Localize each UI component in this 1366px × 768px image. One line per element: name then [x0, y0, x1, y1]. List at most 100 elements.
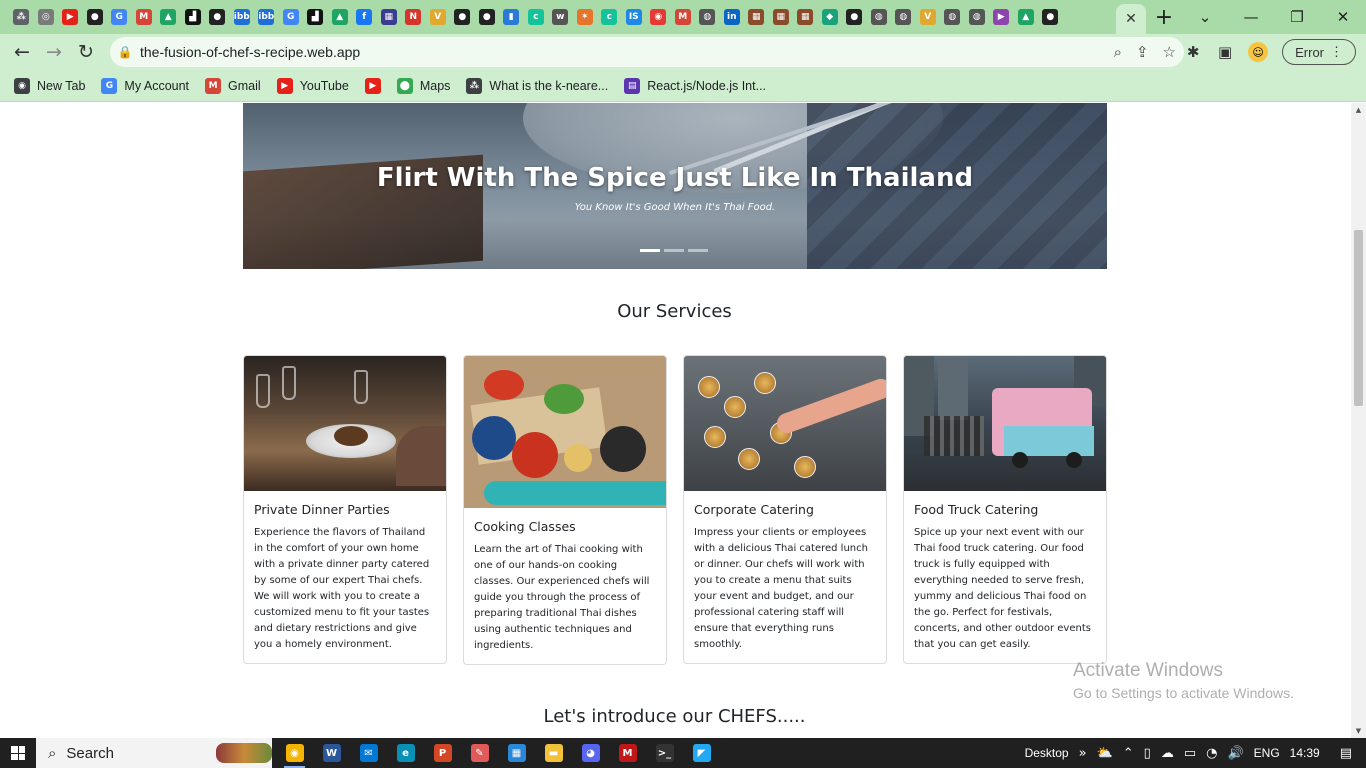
pinned-tab[interactable]: G: [107, 0, 132, 34]
scroll-down-arrow-icon[interactable]: ▼: [1351, 724, 1366, 738]
wifi-icon[interactable]: ◔: [1206, 746, 1217, 761]
pinned-tab[interactable]: in: [720, 0, 745, 34]
taskbar-app[interactable]: e: [387, 738, 424, 768]
address-bar[interactable]: 🔒 the-fusion-of-chef-s-recipe.web.app ⌕ …: [110, 37, 1184, 67]
bookmark-item[interactable]: ▶: [364, 77, 381, 94]
chevron-right-icon[interactable]: »: [1079, 746, 1087, 761]
pinned-tab[interactable]: ▮: [499, 0, 524, 34]
taskbar-app[interactable]: ◕: [572, 738, 609, 768]
url-text[interactable]: the-fusion-of-chef-s-recipe.web.app: [140, 44, 360, 60]
volume-icon[interactable]: 🔊: [1227, 746, 1243, 761]
language-indicator[interactable]: ENG: [1254, 746, 1280, 760]
pinned-tab[interactable]: ▦: [377, 0, 402, 34]
pinned-tab[interactable]: ▲: [156, 0, 181, 34]
cloud-icon[interactable]: ☁: [1161, 746, 1174, 761]
taskbar-app[interactable]: ◤: [683, 738, 720, 768]
pinned-tab[interactable]: M: [671, 0, 696, 34]
scroll-up-arrow-icon[interactable]: ▲: [1351, 103, 1366, 117]
taskbar-app[interactable]: ✎: [461, 738, 498, 768]
carousel-indicator-1[interactable]: [640, 249, 660, 252]
bookmark-item[interactable]: ⬤ Maps: [396, 77, 450, 94]
bookmark-item[interactable]: ▶ YouTube: [276, 77, 349, 94]
new-tab-button[interactable]: +: [1146, 0, 1182, 34]
pinned-tab[interactable]: ●: [450, 0, 475, 34]
taskbar-app[interactable]: W: [313, 738, 350, 768]
pinned-tab[interactable]: ●: [1038, 0, 1063, 34]
pinned-tab[interactable]: ▟: [181, 0, 206, 34]
page-scrollbar[interactable]: ▲ ▼: [1351, 103, 1366, 738]
taskbar-app[interactable]: ✉: [350, 738, 387, 768]
pinned-tab[interactable]: G: [279, 0, 304, 34]
pinned-tab[interactable]: ✶: [573, 0, 598, 34]
pinned-tab[interactable]: V: [426, 0, 451, 34]
pinned-tab[interactable]: ◍: [965, 0, 990, 34]
pinned-tab[interactable]: ◍: [891, 0, 916, 34]
carousel-indicator-2[interactable]: [664, 249, 684, 252]
lock-icon[interactable]: 🔒: [110, 45, 140, 59]
pinned-tab[interactable]: ◉: [646, 0, 671, 34]
weather-icon[interactable]: ⛅: [1097, 746, 1113, 761]
back-button[interactable]: ←: [6, 36, 38, 68]
active-tab-close-icon[interactable]: ✕: [1116, 4, 1146, 34]
pinned-tab[interactable]: ◆: [818, 0, 843, 34]
close-window-button[interactable]: ✕: [1320, 8, 1366, 26]
bookmark-item[interactable]: ⁂ What is the k-neare...: [466, 77, 608, 94]
desktop-label[interactable]: Desktop: [1025, 746, 1069, 760]
pinned-tab[interactable]: N: [401, 0, 426, 34]
minimize-button[interactable]: —: [1228, 8, 1274, 26]
scroll-thumb[interactable]: [1354, 230, 1363, 406]
pinned-tab[interactable]: ●: [83, 0, 108, 34]
taskbar-app[interactable]: ▬: [535, 738, 572, 768]
pinned-tab[interactable]: c: [524, 0, 549, 34]
pinned-tab[interactable]: ▲: [328, 0, 353, 34]
bookmark-item[interactable]: M Gmail: [205, 77, 261, 94]
bookmark-star-icon[interactable]: ☆: [1163, 43, 1176, 61]
taskbar-search[interactable]: ⌕ Search: [36, 738, 272, 768]
pinned-tab[interactable]: V: [916, 0, 941, 34]
carousel-indicator-3[interactable]: [688, 249, 708, 252]
pinned-tab[interactable]: ●: [842, 0, 867, 34]
pinned-tab[interactable]: ▲: [1014, 0, 1039, 34]
pinned-tab[interactable]: ▦: [744, 0, 769, 34]
pinned-tab[interactable]: ▟: [303, 0, 328, 34]
pinned-tab[interactable]: ▦: [769, 0, 794, 34]
pinned-tab[interactable]: w: [548, 0, 573, 34]
start-button[interactable]: [0, 738, 36, 768]
pinned-tab[interactable]: ▦: [793, 0, 818, 34]
pinned-tab[interactable]: ◎: [34, 0, 59, 34]
profile-error-button[interactable]: Error ⋮: [1282, 39, 1356, 65]
taskbar-app[interactable]: P: [424, 738, 461, 768]
pinned-tab[interactable]: ⁂: [9, 0, 34, 34]
pinned-tab[interactable]: ▶: [58, 0, 83, 34]
clock[interactable]: 14:39: [1290, 746, 1320, 760]
pinned-tab[interactable]: c: [597, 0, 622, 34]
pinned-tab[interactable]: ◍: [867, 0, 892, 34]
pinned-tab[interactable]: ibb: [230, 0, 255, 34]
taskbar-app[interactable]: ▦: [498, 738, 535, 768]
bookmark-item[interactable]: ◉ New Tab: [14, 77, 85, 94]
taskbar-app[interactable]: M: [609, 738, 646, 768]
pinned-tab[interactable]: ◍: [940, 0, 965, 34]
maximize-button[interactable]: ❐: [1274, 8, 1320, 26]
pinned-tab[interactable]: f: [352, 0, 377, 34]
device-icon[interactable]: ▯: [1144, 746, 1151, 761]
bookmark-item[interactable]: ▤ React.js/Node.js Int...: [624, 77, 766, 94]
tab-search-icon[interactable]: ⌄: [1182, 8, 1228, 26]
forward-button[interactable]: →: [38, 36, 70, 68]
share-icon[interactable]: ⇪: [1136, 43, 1149, 61]
show-hidden-icons-icon[interactable]: ⌃: [1123, 746, 1134, 761]
notifications-icon[interactable]: ▤: [1340, 746, 1352, 761]
extensions-icon[interactable]: ✱: [1184, 43, 1202, 61]
taskbar-app[interactable]: ◉: [276, 738, 313, 768]
reload-button[interactable]: ↻: [70, 36, 102, 68]
side-panel-icon[interactable]: ▣: [1216, 43, 1234, 61]
zoom-icon[interactable]: ⌕: [1114, 43, 1122, 61]
pinned-tab[interactable]: ◍: [695, 0, 720, 34]
pinned-tab[interactable]: ibb: [254, 0, 279, 34]
profile-avatar[interactable]: ☺: [1248, 42, 1269, 62]
pinned-tab[interactable]: M: [132, 0, 157, 34]
taskbar-app[interactable]: >_: [646, 738, 683, 768]
pinned-tab[interactable]: ●: [205, 0, 230, 34]
hero-carousel[interactable]: Flirt With The Spice Just Like In Thaila…: [243, 103, 1107, 269]
bookmark-item[interactable]: G My Account: [101, 77, 189, 94]
